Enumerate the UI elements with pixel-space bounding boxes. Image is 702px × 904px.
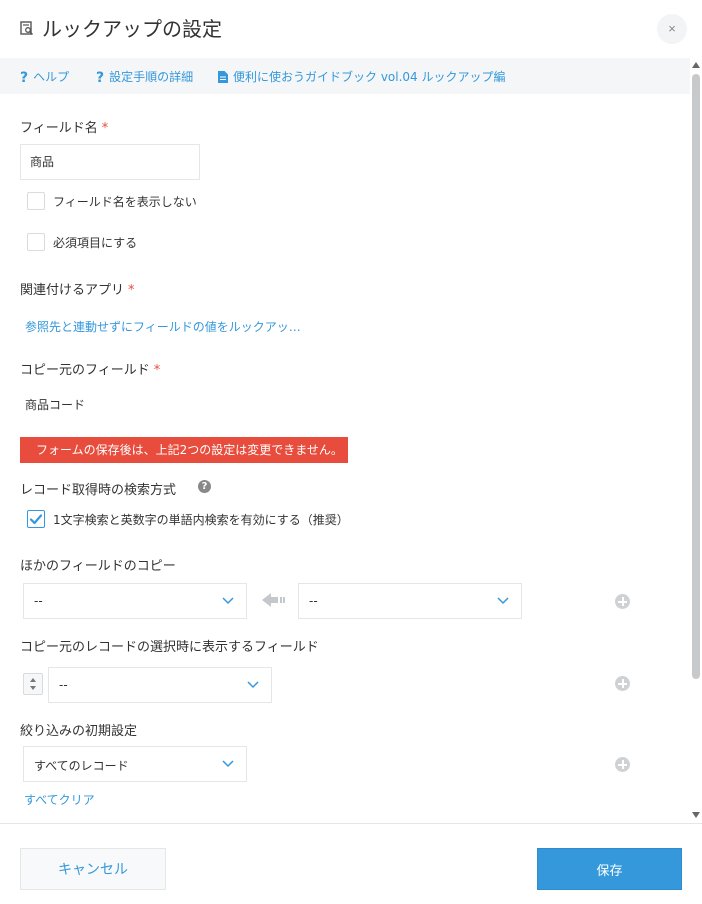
source-field-value: 商品コード [25, 398, 86, 412]
arrow-left-icon [262, 593, 285, 607]
guidebook-label: 便利に使おうガイドブック vol.04 ルックアップ編 [233, 70, 506, 84]
other-fields-copy-heading: ほかのフィールドのコピー [20, 555, 176, 574]
help-icon[interactable]: ? [198, 480, 211, 493]
question-icon: ? [96, 70, 105, 86]
hide-field-name-label: フィールド名を表示しない [53, 195, 197, 209]
sort-arrows-icon [30, 678, 36, 690]
display-field-value: -- [59, 678, 68, 692]
help-link[interactable]: ? ヘルプ [20, 68, 70, 86]
chevron-down-icon [222, 597, 234, 605]
dialog-title: ルックアップの設定 [42, 17, 222, 41]
scroll-thumb[interactable] [692, 74, 700, 679]
required-mark: * [101, 121, 109, 136]
filter-label: 絞り込みの初期設定 [20, 724, 138, 739]
copy-source-value: -- [309, 594, 318, 608]
required-checkbox[interactable] [27, 233, 45, 251]
help-link-label: ヘルプ [33, 70, 70, 84]
add-filter-icon[interactable] [615, 757, 630, 772]
dialog-header: ルックアップの設定 × [0, 0, 702, 58]
setup-details-link[interactable]: ? 設定手順の詳細 [96, 68, 194, 86]
required-label: 必須項目にする [53, 236, 138, 250]
dialog-footer: キャンセル 保存 [0, 823, 702, 904]
content-scrollbar[interactable] [690, 58, 702, 823]
required-mark: * [153, 363, 161, 378]
setup-details-label: 設定手順の詳細 [109, 70, 194, 84]
display-field-select[interactable]: -- [48, 667, 272, 703]
display-fields-heading: コピー元のレコードの選択時に表示するフィールド [20, 636, 319, 655]
clear-all-link[interactable]: すべてクリア [24, 791, 95, 808]
hide-field-name-checkbox[interactable] [27, 192, 45, 210]
filter-field-select[interactable]: すべてのレコード [23, 746, 247, 782]
copy-source-select[interactable]: -- [298, 583, 522, 619]
field-name-heading: フィールド名 * [20, 117, 108, 136]
field-name-input[interactable]: 商品 [20, 144, 200, 180]
guidebook-link[interactable]: 便利に使おうガイドブック vol.04 ルックアップ編 [218, 68, 506, 86]
scroll-up-arrow[interactable] [692, 62, 700, 68]
field-name-label: フィールド名 [20, 121, 98, 136]
search-option-label: 1文字検索と英数字の単語内検索を有効にする（推奨） [53, 513, 349, 527]
reorder-handle[interactable] [23, 673, 43, 695]
chevron-down-icon [247, 681, 259, 689]
close-button[interactable]: × [657, 14, 687, 44]
checkmark-icon [29, 514, 43, 525]
search-method-heading: レコード取得時の検索方式 [20, 479, 176, 498]
search-method-label: レコード取得時の検索方式 [20, 483, 177, 498]
warning-banner: フォームの保存後は、上記2つの設定は変更できません。 [20, 437, 348, 463]
required-mark: * [128, 283, 135, 298]
related-app-heading: 関連付けるアプリ * [20, 279, 135, 298]
chevron-down-icon [222, 760, 234, 768]
chevron-down-icon [497, 597, 509, 605]
display-fields-label: コピー元のレコードの選択時に表示するフィールド [20, 640, 319, 655]
scroll-down-arrow[interactable] [692, 812, 700, 818]
document-icon [218, 71, 228, 86]
add-copy-row-icon[interactable] [615, 594, 630, 609]
related-app-label: 関連付けるアプリ [20, 283, 125, 298]
filter-heading: 絞り込みの初期設定 [20, 720, 137, 739]
copy-target-value: -- [34, 594, 43, 608]
help-links-bar: ? ヘルプ ? 設定手順の詳細 便利に使おうガイドブック vol.04 ルックアップ… [0, 58, 690, 94]
save-button[interactable]: 保存 [537, 848, 682, 890]
settings-form: フィールド名 * 商品 フィールド名を表示しない 必須項目にする 関連付けるアプリ… [0, 94, 690, 823]
related-app-link[interactable]: 参照先と連動せずにフィールドの値をルックアッ… [25, 318, 301, 335]
lookup-icon [20, 20, 34, 36]
other-fields-copy-label: ほかのフィールドのコピー [20, 559, 176, 574]
question-icon: ? [20, 70, 29, 86]
filter-field-value: すべてのレコード [34, 759, 129, 773]
source-field-label: コピー元のフィールド [20, 363, 150, 378]
search-option-checkbox[interactable] [27, 510, 45, 528]
add-display-field-icon[interactable] [615, 676, 630, 691]
cancel-button[interactable]: キャンセル [20, 848, 166, 890]
source-field-heading: コピー元のフィールド * [20, 359, 160, 378]
copy-target-select[interactable]: -- [23, 583, 247, 619]
